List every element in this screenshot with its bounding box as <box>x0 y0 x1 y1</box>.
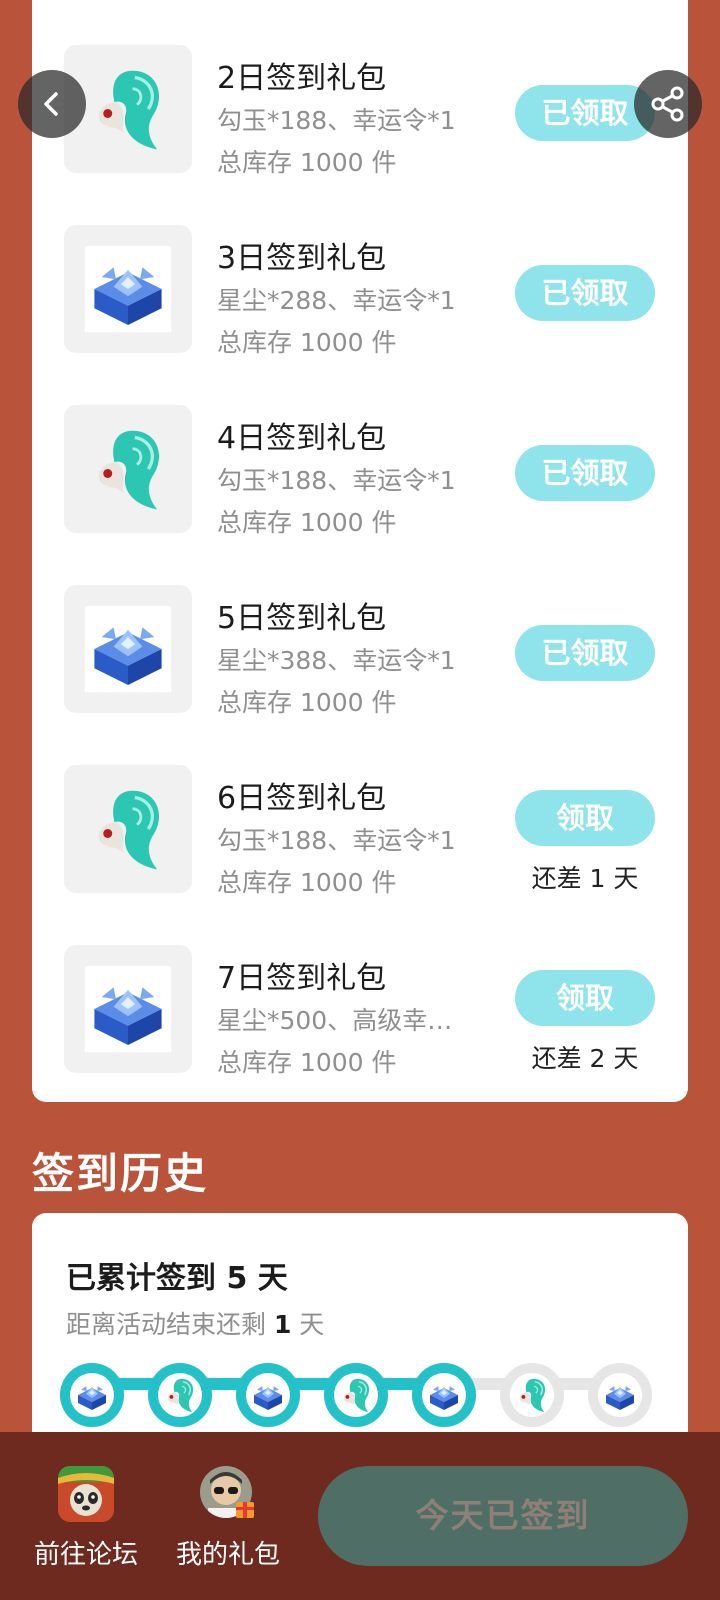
gift-row-day6: 6日签到礼包 勾玉*188、幸运令*1 总库存 1000 件 领取 还差 1 天 <box>32 765 688 897</box>
share-icon <box>651 86 684 122</box>
gift-title: 5日签到礼包 <box>217 601 387 636</box>
claimed-button[interactable]: 已领取 <box>515 445 655 501</box>
treasure-chest-icon <box>64 945 192 1073</box>
checkin-day-node <box>412 1363 476 1427</box>
chevron-left-icon <box>44 92 58 116</box>
treasure-chest-icon <box>64 225 192 353</box>
history-section-title: 签到历史 <box>32 1149 209 1198</box>
days-remaining-text: 还差 1 天 <box>531 864 639 893</box>
jade-icon <box>64 405 192 533</box>
gift-title: 3日签到礼包 <box>217 241 387 276</box>
claim-button[interactable]: 领取 <box>515 790 655 846</box>
checkin-day-node <box>324 1363 388 1427</box>
gift-desc: 星尘*500、高级幸… <box>217 1006 453 1035</box>
gift-stock: 总库存 1000 件 <box>217 688 397 717</box>
days-remaining-text: 还差 2 天 <box>531 1044 639 1073</box>
avatar <box>200 1466 256 1522</box>
gift-stock: 总库存 1000 件 <box>217 148 397 177</box>
gift-stock: 总库存 1000 件 <box>217 868 397 897</box>
my-gifts-label: 我的礼包 <box>175 1540 280 1570</box>
treasure-chest-icon <box>64 585 192 713</box>
gift-stock: 总库存 1000 件 <box>217 1048 397 1077</box>
claim-button[interactable]: 领取 <box>515 970 655 1026</box>
gift-title: 7日签到礼包 <box>217 961 387 996</box>
gift-list-card: 2日签到礼包 勾玉*188、幸运令*1 总库存 1000 件 已领取 3日签到礼… <box>32 0 688 1102</box>
share-button[interactable] <box>634 70 702 138</box>
checkin-day-node <box>236 1363 300 1427</box>
gift-row-day3: 3日签到礼包 星尘*288、幸运令*1 总库存 1000 件 已领取 <box>32 225 688 357</box>
gift-desc: 星尘*388、幸运令*1 <box>217 646 456 675</box>
gift-title: 4日签到礼包 <box>217 421 387 456</box>
gift-stock: 总库存 1000 件 <box>217 508 397 537</box>
back-button[interactable] <box>18 70 86 138</box>
signed-days-summary: 已累计签到 5 天 <box>66 1261 288 1296</box>
checkin-day-node <box>500 1363 564 1427</box>
gift-row-day7: 7日签到礼包 星尘*500、高级幸… 总库存 1000 件 领取 还差 2 天 <box>32 945 688 1077</box>
checkin-day-node <box>60 1363 124 1427</box>
claimed-button[interactable]: 已领取 <box>515 625 655 681</box>
gift-row-day2: 2日签到礼包 勾玉*188、幸运令*1 总库存 1000 件 已领取 <box>32 45 688 177</box>
forum-game-icon <box>58 1466 114 1522</box>
gift-title: 2日签到礼包 <box>217 61 387 96</box>
gift-title: 6日签到礼包 <box>217 781 387 816</box>
gift-desc: 勾玉*188、幸运令*1 <box>217 466 456 495</box>
activity-remaining-text: 距离活动结束还剩 1 天 <box>66 1310 325 1339</box>
signed-today-button[interactable]: 今天已签到 <box>318 1466 688 1566</box>
forum-button[interactable]: 前往论坛 <box>26 1466 146 1571</box>
gift-row-day5: 5日签到礼包 星尘*388、幸运令*1 总库存 1000 件 已领取 <box>32 585 688 717</box>
gift-desc: 星尘*288、幸运令*1 <box>217 286 456 315</box>
claimed-button[interactable]: 已领取 <box>515 85 655 141</box>
checkin-day-node <box>148 1363 212 1427</box>
gift-stock: 总库存 1000 件 <box>217 328 397 357</box>
claimed-button[interactable]: 已领取 <box>515 265 655 321</box>
gift-desc: 勾玉*188、幸运令*1 <box>217 106 456 135</box>
gift-desc: 勾玉*188、幸运令*1 <box>217 826 456 855</box>
jade-icon <box>64 765 192 893</box>
gift-row-day4: 4日签到礼包 勾玉*188、幸运令*1 总库存 1000 件 已领取 <box>32 405 688 537</box>
forum-label: 前往论坛 <box>33 1540 138 1570</box>
my-gifts-button[interactable]: 我的礼包 <box>168 1466 288 1571</box>
bottom-bar: 前往论坛 我的礼包 今天已签到 <box>0 1432 720 1600</box>
checkin-day-node <box>588 1363 652 1427</box>
